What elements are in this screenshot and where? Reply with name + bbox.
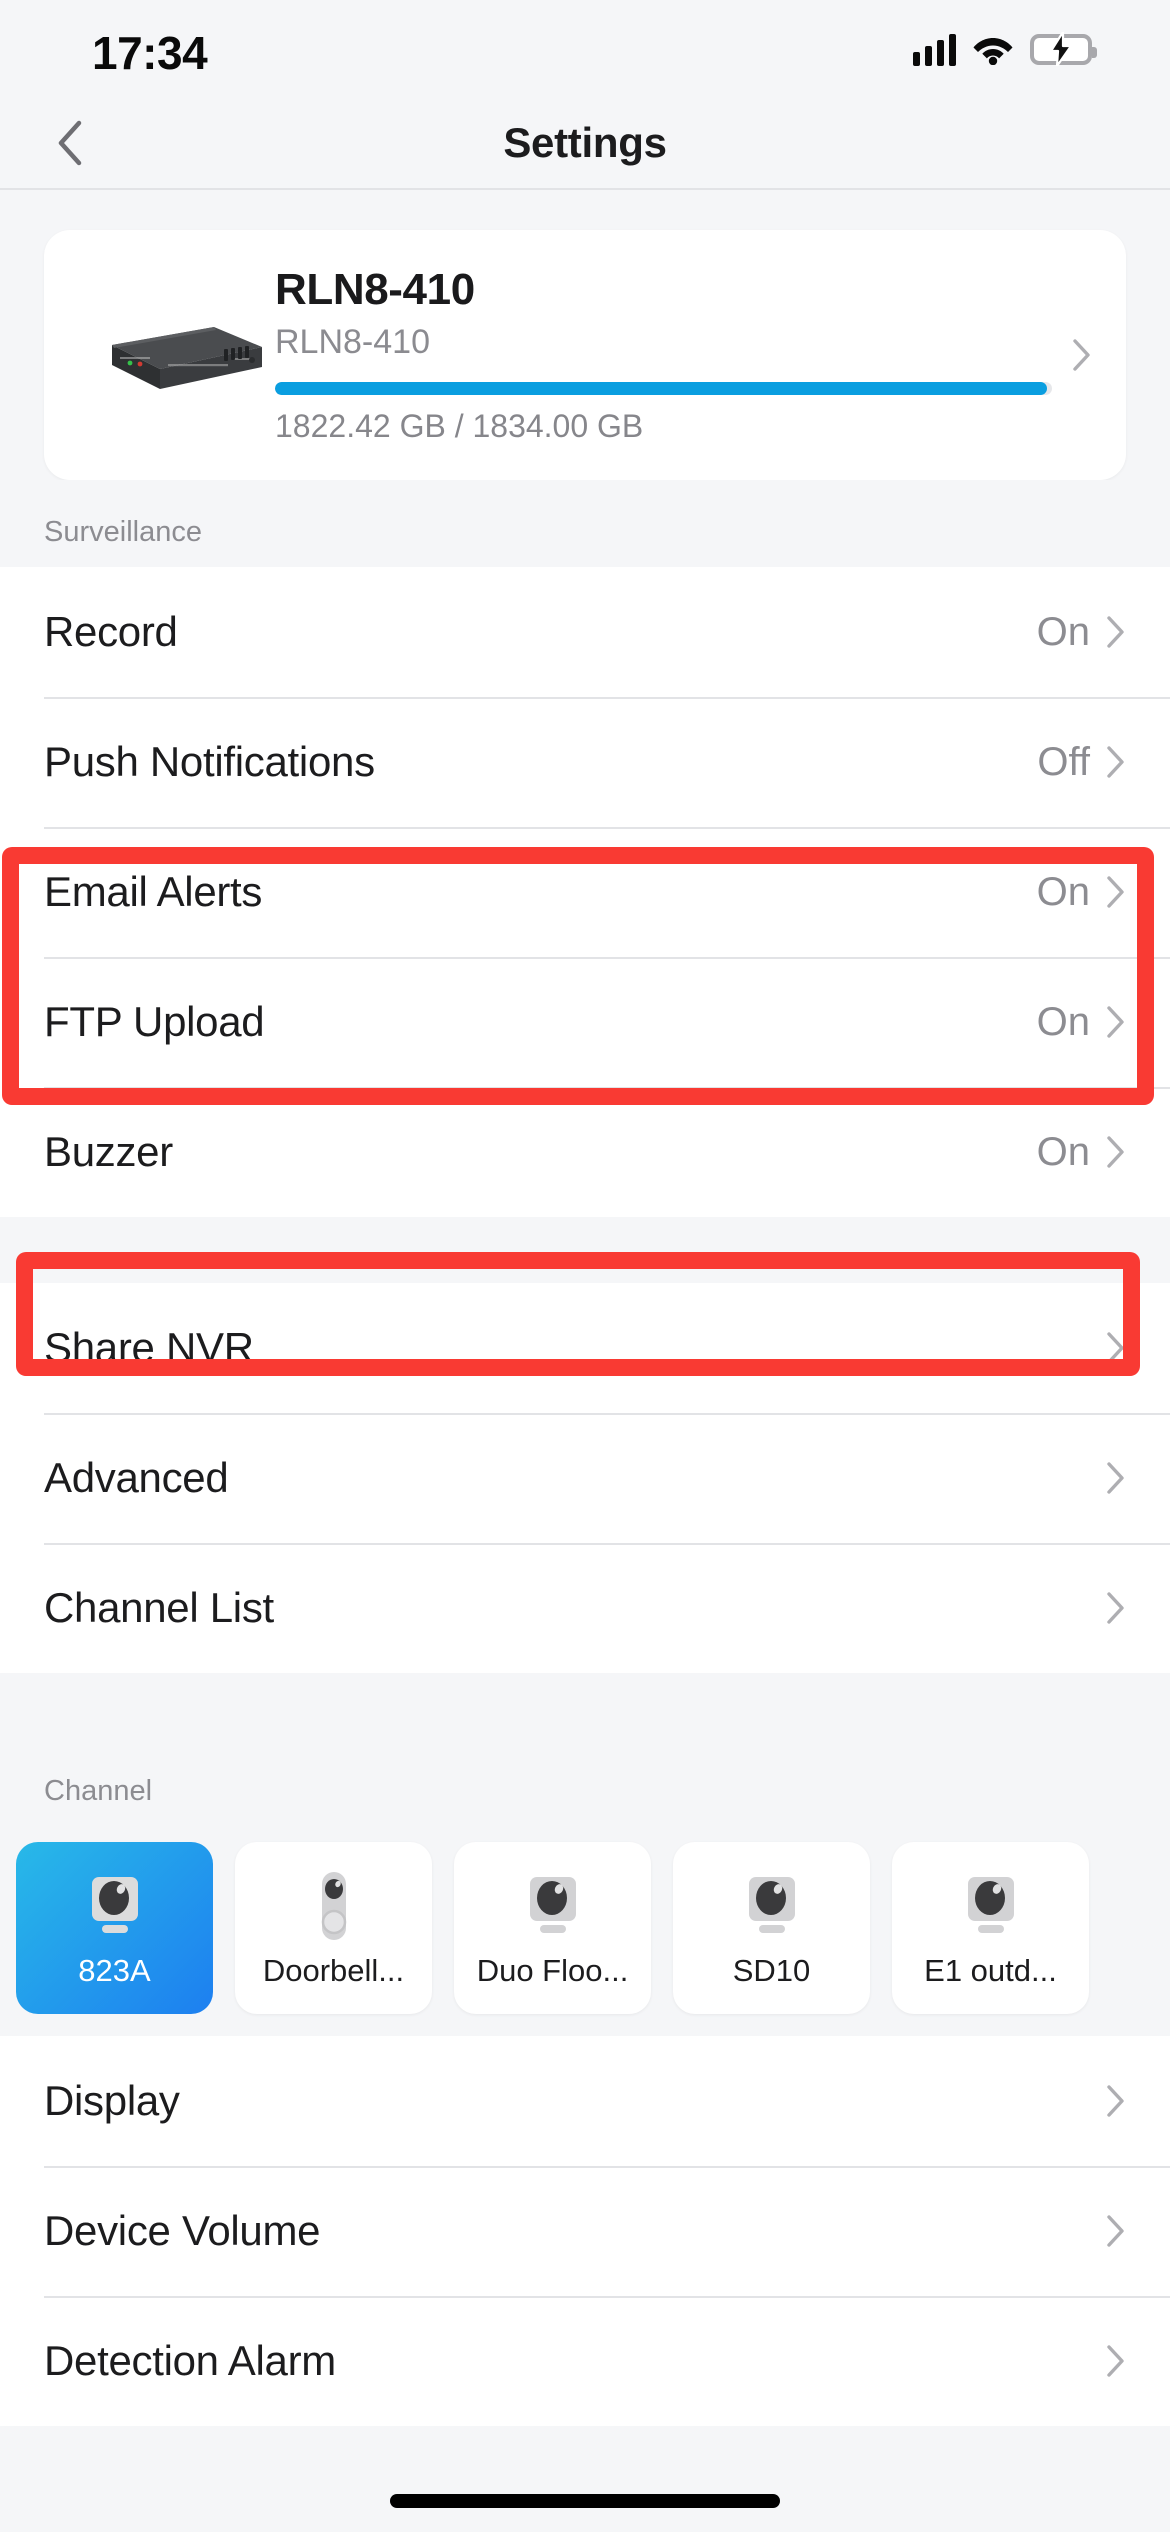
status-bar: 17:34 <box>0 0 1170 96</box>
row-chevron[interactable] <box>1106 1591 1126 1625</box>
section-header-channel: Channel <box>0 1739 1170 1826</box>
channel-chip-list[interactable]: 823A Doorbell... Duo Floo... SD10 E1 outd... <box>0 1826 1170 2036</box>
section-header-surveillance: Surveillance <box>0 480 1170 567</box>
management-row-advanced[interactable]: Advanced <box>0 1413 1170 1543</box>
wifi-icon <box>972 33 1014 66</box>
camera-icon <box>748 1877 795 1933</box>
row-chevron[interactable] <box>1106 1005 1126 1039</box>
surveillance-row-buzzer[interactable]: Buzzer On <box>0 1087 1170 1217</box>
row-label: Share NVR <box>44 1324 254 1371</box>
management-row-share-nvr[interactable]: Share NVR <box>0 1283 1170 1413</box>
surveillance-list: Record On Push Notifications Off Email Alert… <box>0 567 1170 1217</box>
channel-chip-823a[interactable]: 823A <box>16 1842 213 2014</box>
row-chevron[interactable] <box>1106 1135 1126 1169</box>
battery-charging-icon <box>1030 32 1097 66</box>
row-chevron[interactable] <box>1106 745 1126 779</box>
status-icons <box>913 32 1097 66</box>
channel-chip-label: E1 outd... <box>924 1953 1057 1988</box>
channel-chip-label: Doorbell... <box>262 1953 405 1988</box>
chevron-right-icon <box>1107 876 1124 908</box>
camera-icon <box>967 1877 1014 1933</box>
cellular-signal-icon <box>913 32 956 66</box>
management-row-channel-list[interactable]: Channel List <box>0 1543 1170 1673</box>
chevron-right-icon <box>1107 616 1124 648</box>
row-value: On <box>1036 609 1090 654</box>
settings-content: RLN8-410 RLN8-410 1822.42 GB / 1834.00 G… <box>0 190 1170 2426</box>
row-value: On <box>1036 869 1090 914</box>
row-label: Detection Alarm <box>44 2337 336 2384</box>
chevron-right-icon <box>1107 1332 1124 1364</box>
channel-chip-duo-floo[interactable]: Duo Floo... <box>454 1842 651 2014</box>
channel-settings-list: Display Device Volume Detection Alarm <box>0 2036 1170 2426</box>
row-label: Buzzer <box>44 1128 173 1175</box>
device-card-chevron[interactable] <box>1052 338 1092 372</box>
doorbell-icon <box>321 1872 346 1940</box>
channel-chip-label: SD10 <box>732 1953 811 1988</box>
row-chevron[interactable] <box>1106 615 1126 649</box>
channel-row-device-volume[interactable]: Device Volume <box>0 2166 1170 2296</box>
surveillance-row-push-notifications[interactable]: Push Notifications Off <box>0 697 1170 827</box>
row-label: Record <box>44 608 178 655</box>
device-info: RLN8-410 RLN8-410 1822.42 GB / 1834.00 G… <box>269 265 1052 444</box>
row-label: Advanced <box>44 1454 229 1501</box>
row-value: Off <box>1037 739 1090 784</box>
row-chevron[interactable] <box>1106 2084 1126 2118</box>
navigation-bar: Settings <box>0 96 1170 190</box>
camera-icon <box>529 1877 576 1933</box>
row-label: Channel List <box>44 1584 274 1631</box>
channel-chip-sd10[interactable]: SD10 <box>673 1842 870 2014</box>
row-label: FTP Upload <box>44 998 265 1045</box>
device-model: RLN8-410 <box>275 323 430 362</box>
row-chevron[interactable] <box>1106 2344 1126 2378</box>
management-list: Share NVR Advanced Channel List <box>0 1283 1170 1673</box>
status-time: 17:34 <box>92 27 208 79</box>
channel-chip-e1-outd[interactable]: E1 outd... <box>892 1842 1089 2014</box>
row-chevron[interactable] <box>1106 875 1126 909</box>
chevron-right-icon <box>1073 339 1090 371</box>
section-divider-1 <box>0 1217 1170 1283</box>
chevron-right-icon <box>1107 2215 1124 2247</box>
chevron-right-icon <box>1107 1462 1124 1494</box>
device-card-container: RLN8-410 RLN8-410 1822.42 GB / 1834.00 G… <box>0 190 1170 480</box>
channel-chip-label: Duo Floo... <box>476 1953 629 1988</box>
nvr-device-icon <box>64 285 269 425</box>
page-title: Settings <box>503 119 667 166</box>
camera-icon <box>91 1877 138 1933</box>
chevron-right-icon <box>1107 746 1124 778</box>
section-divider-2 <box>0 1673 1170 1739</box>
row-label: Push Notifications <box>44 738 375 785</box>
row-value: On <box>1036 999 1090 1044</box>
channel-chip-doorbell[interactable]: Doorbell... <box>235 1842 432 2014</box>
device-name: RLN8-410 <box>275 265 475 315</box>
storage-text: 1822.42 GB / 1834.00 GB <box>275 407 644 444</box>
row-label: Device Volume <box>44 2207 321 2254</box>
channel-row-display[interactable]: Display <box>0 2036 1170 2166</box>
row-chevron[interactable] <box>1106 1461 1126 1495</box>
channel-chip-label: 823A <box>78 1953 151 1988</box>
channel-row-detection-alarm[interactable]: Detection Alarm <box>0 2296 1170 2426</box>
row-label: Display <box>44 2077 180 2124</box>
chevron-right-icon <box>1107 1006 1124 1038</box>
home-indicator <box>390 2494 780 2508</box>
device-card[interactable]: RLN8-410 RLN8-410 1822.42 GB / 1834.00 G… <box>44 230 1126 480</box>
row-chevron[interactable] <box>1106 2214 1126 2248</box>
settings-screen: 17:34 Settings RLN8-410 RLN8-410 1822.42… <box>0 0 1170 2532</box>
storage-progress-fill <box>275 381 1048 395</box>
row-value: On <box>1036 1129 1090 1174</box>
surveillance-row-email-alerts[interactable]: Email Alerts On <box>0 827 1170 957</box>
chevron-right-icon <box>1107 2085 1124 2117</box>
row-label: Email Alerts <box>44 868 263 915</box>
storage-progress-bar <box>275 381 1052 395</box>
chevron-right-icon <box>1107 1592 1124 1624</box>
surveillance-row-record[interactable]: Record On <box>0 567 1170 697</box>
row-chevron[interactable] <box>1106 1331 1126 1365</box>
chevron-right-icon <box>1107 2345 1124 2377</box>
surveillance-row-ftp-upload[interactable]: FTP Upload On <box>0 957 1170 1087</box>
chevron-right-icon <box>1107 1136 1124 1168</box>
